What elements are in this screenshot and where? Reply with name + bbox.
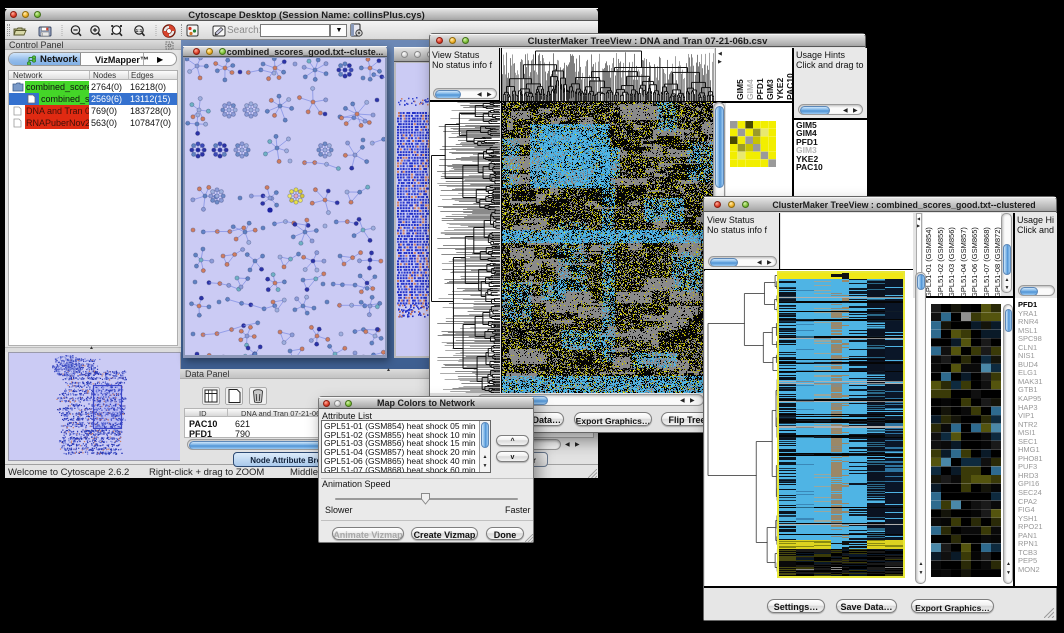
svg-text:1:1: 1:1	[136, 28, 143, 33]
